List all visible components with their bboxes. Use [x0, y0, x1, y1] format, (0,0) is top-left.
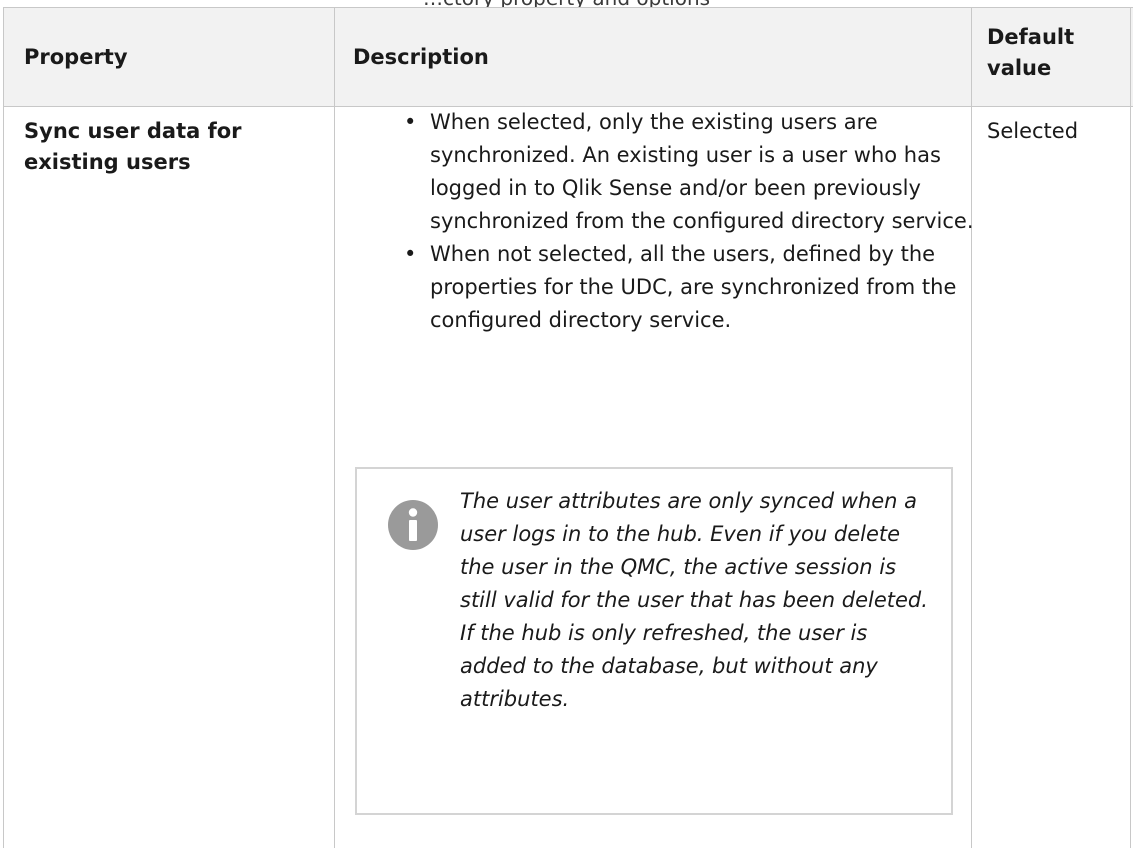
note-text: The user attributes are only synced when…: [460, 489, 928, 711]
description-list: • When selected, only the existing users…: [382, 106, 1008, 337]
description-item-selected: When selected, only the existing users a…: [430, 110, 974, 233]
property-name: Sync user data for existing users: [24, 119, 242, 174]
list-item: • When not selected, all the users, defi…: [404, 238, 1008, 337]
description-item-not-selected: When not selected, all the users, define…: [430, 242, 957, 332]
column-divider: [1130, 8, 1131, 848]
bullet-icon: •: [404, 110, 417, 134]
header-default-value: Default value: [987, 25, 1075, 80]
bullet-icon: •: [404, 242, 417, 266]
note-box: The user attributes are only synced when…: [355, 467, 953, 815]
header-property: Property: [24, 45, 128, 69]
column-divider: [334, 8, 335, 848]
list-item: • When selected, only the existing users…: [404, 106, 1008, 238]
info-icon: [388, 500, 438, 550]
header-description: Description: [353, 45, 489, 69]
table-header-row: [4, 8, 1133, 106]
